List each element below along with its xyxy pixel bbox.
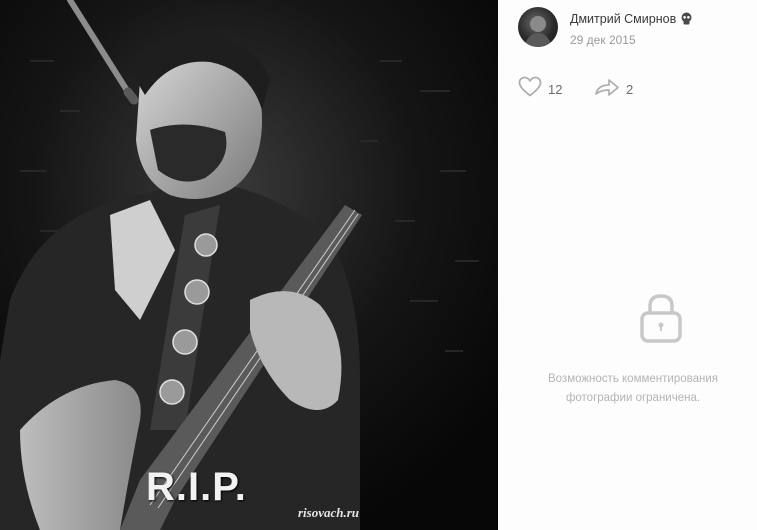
author-name[interactable]: Дмитрий Смирнов xyxy=(570,12,676,26)
avatar-image xyxy=(524,16,552,47)
photo-image xyxy=(0,0,498,530)
photo-sidebar: Дмитрий Смирнов 29 дек 2015 12 2 Возможн… xyxy=(498,0,757,530)
skull-icon xyxy=(680,12,693,28)
share-arrow-icon xyxy=(594,77,620,102)
share-button[interactable]: 2 xyxy=(594,78,633,100)
restricted-line-2: фотографии ограничена. xyxy=(565,392,701,404)
share-count: 2 xyxy=(626,81,634,97)
lock-icon xyxy=(639,292,683,349)
post-date[interactable]: 29 дек 2015 xyxy=(570,33,636,47)
heart-icon xyxy=(518,76,542,102)
author-line: Дмитрий Смирнов xyxy=(570,12,693,28)
photo-watermark: risovach.ru xyxy=(298,505,360,520)
photo-viewer: R.I.P. risovach.ru Дмитрий Смирнов 29 де… xyxy=(0,0,757,530)
like-button[interactable]: 12 xyxy=(518,76,563,102)
comments-restricted-message: Возможность комментирования фотографии о… xyxy=(528,370,738,408)
post-photo[interactable]: R.I.P. risovach.ru xyxy=(0,0,498,530)
author-avatar[interactable] xyxy=(518,7,558,47)
restricted-line-1: Возможность комментирования xyxy=(547,373,718,385)
photo-caption-overlay: R.I.P. xyxy=(146,465,247,509)
like-count: 12 xyxy=(548,81,563,97)
